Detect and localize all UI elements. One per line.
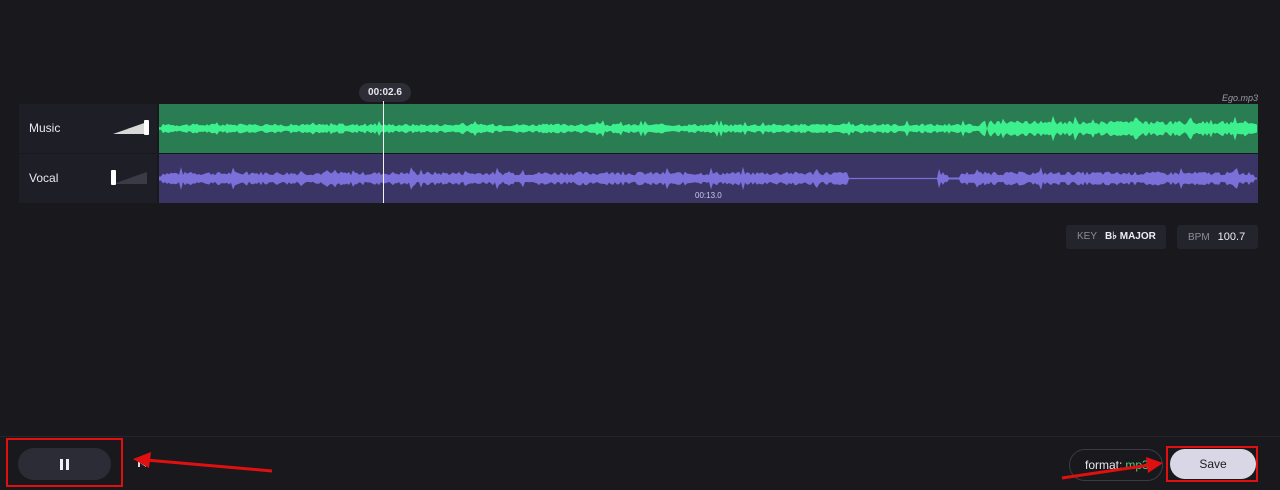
save-arrowhead bbox=[1146, 457, 1163, 473]
save-arrow bbox=[1061, 463, 1151, 480]
pause-arrowhead bbox=[133, 452, 151, 468]
annotation-arrows bbox=[133, 452, 1163, 480]
pause-arrow bbox=[145, 458, 273, 473]
